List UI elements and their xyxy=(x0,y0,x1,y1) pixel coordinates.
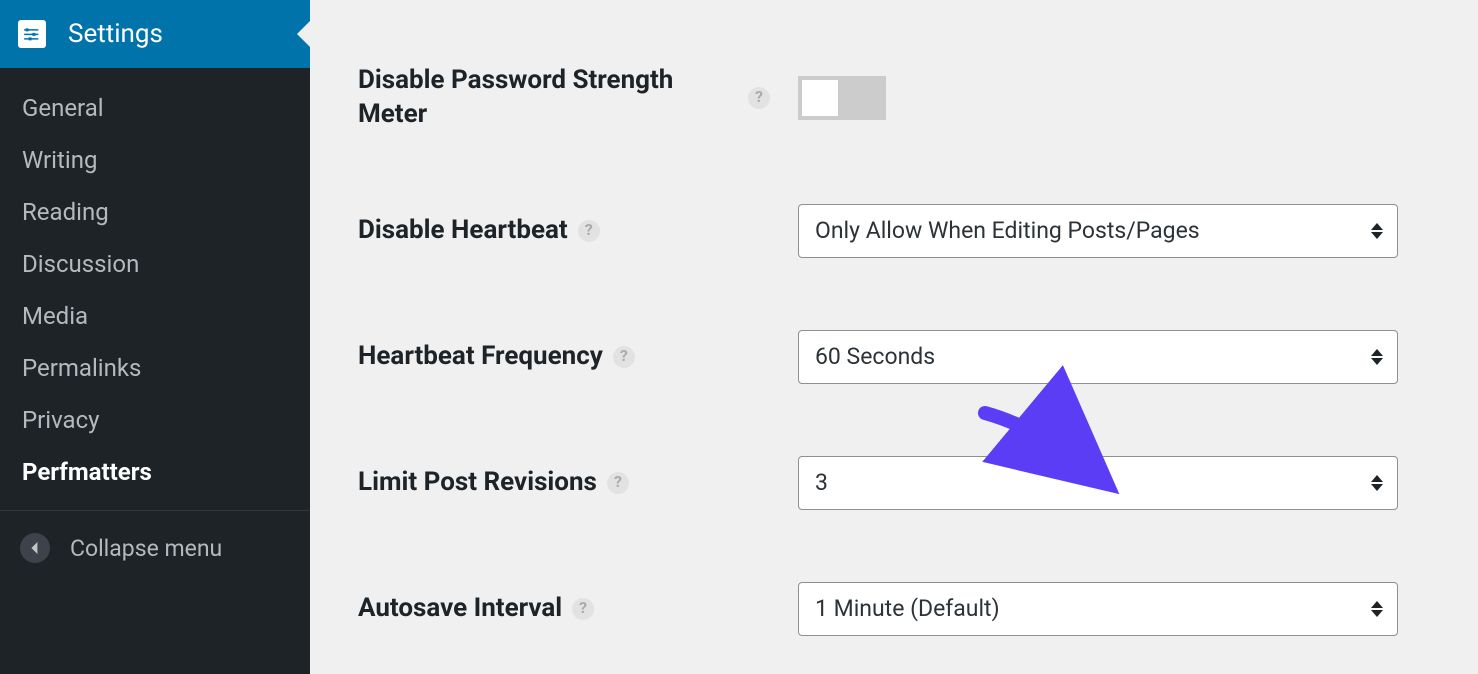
sidebar-item-label: Writing xyxy=(22,146,97,174)
collapse-menu-button[interactable]: Collapse menu xyxy=(0,510,310,585)
label-text: Autosave Interval xyxy=(358,592,562,626)
sidebar-item-label: Privacy xyxy=(22,406,100,434)
row-disable-heartbeat: Disable Heartbeat ? Only Allow When Edit… xyxy=(358,168,1438,294)
sidebar-item-permalinks[interactable]: Permalinks xyxy=(0,342,310,394)
select-heartbeat-frequency[interactable]: 60 Seconds xyxy=(798,330,1398,384)
settings-panel: Disable Password Strength Meter ? Disabl… xyxy=(310,0,1478,674)
sliders-icon xyxy=(18,20,46,48)
sidebar-submenu: General Writing Reading Discussion Media… xyxy=(0,68,310,506)
setting-label: Heartbeat Frequency ? xyxy=(358,340,798,374)
row-disable-password-meter: Disable Password Strength Meter ? xyxy=(358,0,1438,168)
chevron-left-icon xyxy=(20,533,50,563)
sidebar-item-perfmatters[interactable]: Perfmatters xyxy=(0,446,310,498)
help-icon[interactable]: ? xyxy=(613,346,635,368)
setting-label: Autosave Interval ? xyxy=(358,592,798,626)
sidebar-item-label: Permalinks xyxy=(22,354,141,382)
select-chevron-icon xyxy=(1371,223,1383,239)
sidebar-item-discussion[interactable]: Discussion xyxy=(0,238,310,290)
select-disable-heartbeat[interactable]: Only Allow When Editing Posts/Pages xyxy=(798,204,1398,258)
select-autosave-interval[interactable]: 1 Minute (Default) xyxy=(798,582,1398,636)
toggle-disable-password-meter[interactable] xyxy=(798,76,886,120)
label-text: Heartbeat Frequency xyxy=(358,340,603,374)
label-text: Limit Post Revisions xyxy=(358,466,597,500)
select-value: Only Allow When Editing Posts/Pages xyxy=(815,217,1200,244)
row-limit-post-revisions: Limit Post Revisions ? 3 xyxy=(358,420,1438,546)
sidebar-filler xyxy=(0,585,310,674)
sidebar-item-label: Discussion xyxy=(22,250,139,278)
sidebar-item-label: Reading xyxy=(22,198,109,226)
label-text: Disable Password Strength Meter xyxy=(358,64,738,132)
admin-sidebar: Settings General Writing Reading Discuss… xyxy=(0,0,310,674)
sidebar-item-writing[interactable]: Writing xyxy=(0,134,310,186)
select-value: 1 Minute (Default) xyxy=(815,595,1000,622)
setting-label: Limit Post Revisions ? xyxy=(358,466,798,500)
sidebar-item-media[interactable]: Media xyxy=(0,290,310,342)
row-heartbeat-frequency: Heartbeat Frequency ? 60 Seconds xyxy=(358,294,1438,420)
help-icon[interactable]: ? xyxy=(572,598,594,620)
sidebar-item-label: Media xyxy=(22,302,88,330)
select-chevron-icon xyxy=(1371,475,1383,491)
setting-control: 60 Seconds xyxy=(798,330,1398,384)
setting-label: Disable Heartbeat ? xyxy=(358,214,798,248)
setting-label: Disable Password Strength Meter ? xyxy=(358,64,798,132)
sidebar-item-general[interactable]: General xyxy=(0,82,310,134)
select-value: 3 xyxy=(815,469,828,496)
collapse-menu-label: Collapse menu xyxy=(70,535,222,562)
setting-control: 3 xyxy=(798,456,1398,510)
sidebar-item-label: General xyxy=(22,94,104,122)
toggle-knob xyxy=(802,80,838,116)
sidebar-item-label: Perfmatters xyxy=(22,458,152,486)
select-value: 60 Seconds xyxy=(815,343,935,370)
sidebar-item-privacy[interactable]: Privacy xyxy=(0,394,310,446)
sidebar-section-label: Settings xyxy=(68,19,163,49)
help-icon[interactable]: ? xyxy=(578,220,600,242)
setting-control: Only Allow When Editing Posts/Pages xyxy=(798,204,1398,258)
row-autosave-interval: Autosave Interval ? 1 Minute (Default) xyxy=(358,546,1438,672)
select-limit-post-revisions[interactable]: 3 xyxy=(798,456,1398,510)
setting-control: 1 Minute (Default) xyxy=(798,582,1398,636)
label-text: Disable Heartbeat xyxy=(358,214,568,248)
help-icon[interactable]: ? xyxy=(748,87,770,109)
select-chevron-icon xyxy=(1371,349,1383,365)
sidebar-item-reading[interactable]: Reading xyxy=(0,186,310,238)
sidebar-section-settings[interactable]: Settings xyxy=(0,0,310,68)
select-chevron-icon xyxy=(1371,601,1383,617)
help-icon[interactable]: ? xyxy=(607,472,629,494)
setting-control xyxy=(798,76,1398,120)
